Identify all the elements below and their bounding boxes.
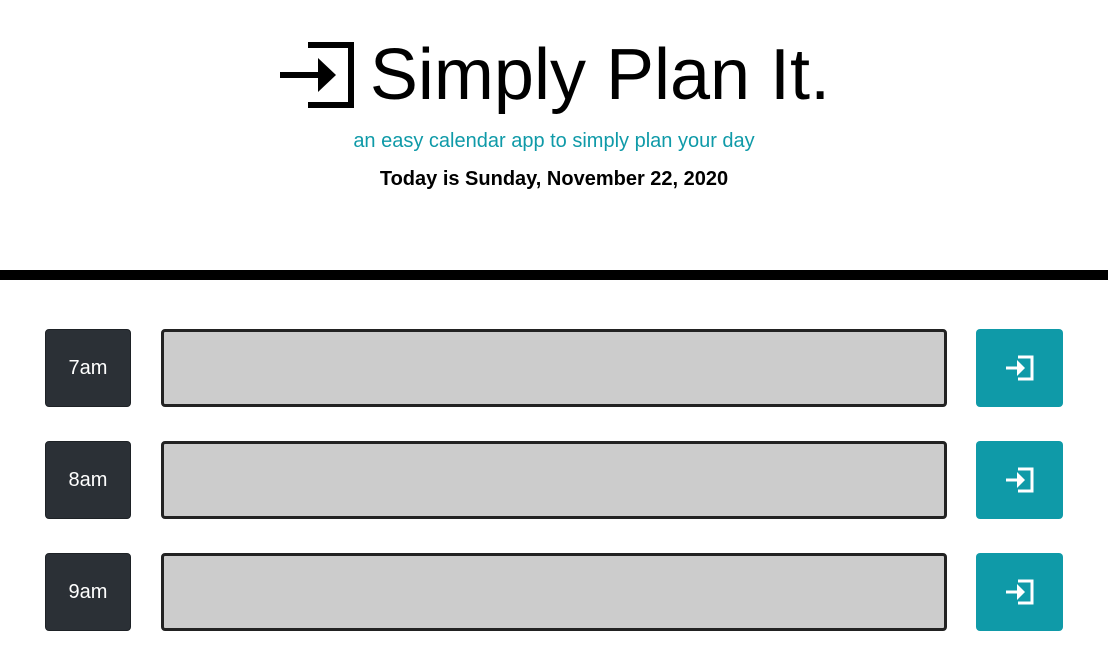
save-button[interactable] (976, 553, 1063, 631)
header-divider (0, 270, 1108, 280)
sign-in-icon (1005, 355, 1033, 381)
time-block-row: 7am (0, 329, 1108, 407)
hour-label: 7am (45, 329, 131, 407)
hour-label: 9am (45, 553, 131, 631)
event-input[interactable] (161, 329, 947, 407)
time-block-row: 8am (0, 441, 1108, 519)
hour-label: 8am (45, 441, 131, 519)
save-button[interactable] (976, 441, 1063, 519)
save-button[interactable] (976, 329, 1063, 407)
sign-in-icon (1005, 467, 1033, 493)
sign-in-icon (1005, 579, 1033, 605)
event-input[interactable] (161, 553, 947, 631)
event-input[interactable] (161, 441, 947, 519)
sign-in-icon (279, 42, 354, 108)
time-block-row: 9am (0, 553, 1108, 631)
app-title: Simply Plan It. (369, 35, 831, 115)
current-date: Today is Sunday, November 22, 2020 (379, 168, 729, 190)
title-row: Simply Plan It. (0, 30, 1108, 120)
app-subtitle: an easy calendar app to simply plan your… (353, 130, 755, 152)
page-header: Simply Plan It. an easy calendar app to … (0, 0, 1108, 270)
